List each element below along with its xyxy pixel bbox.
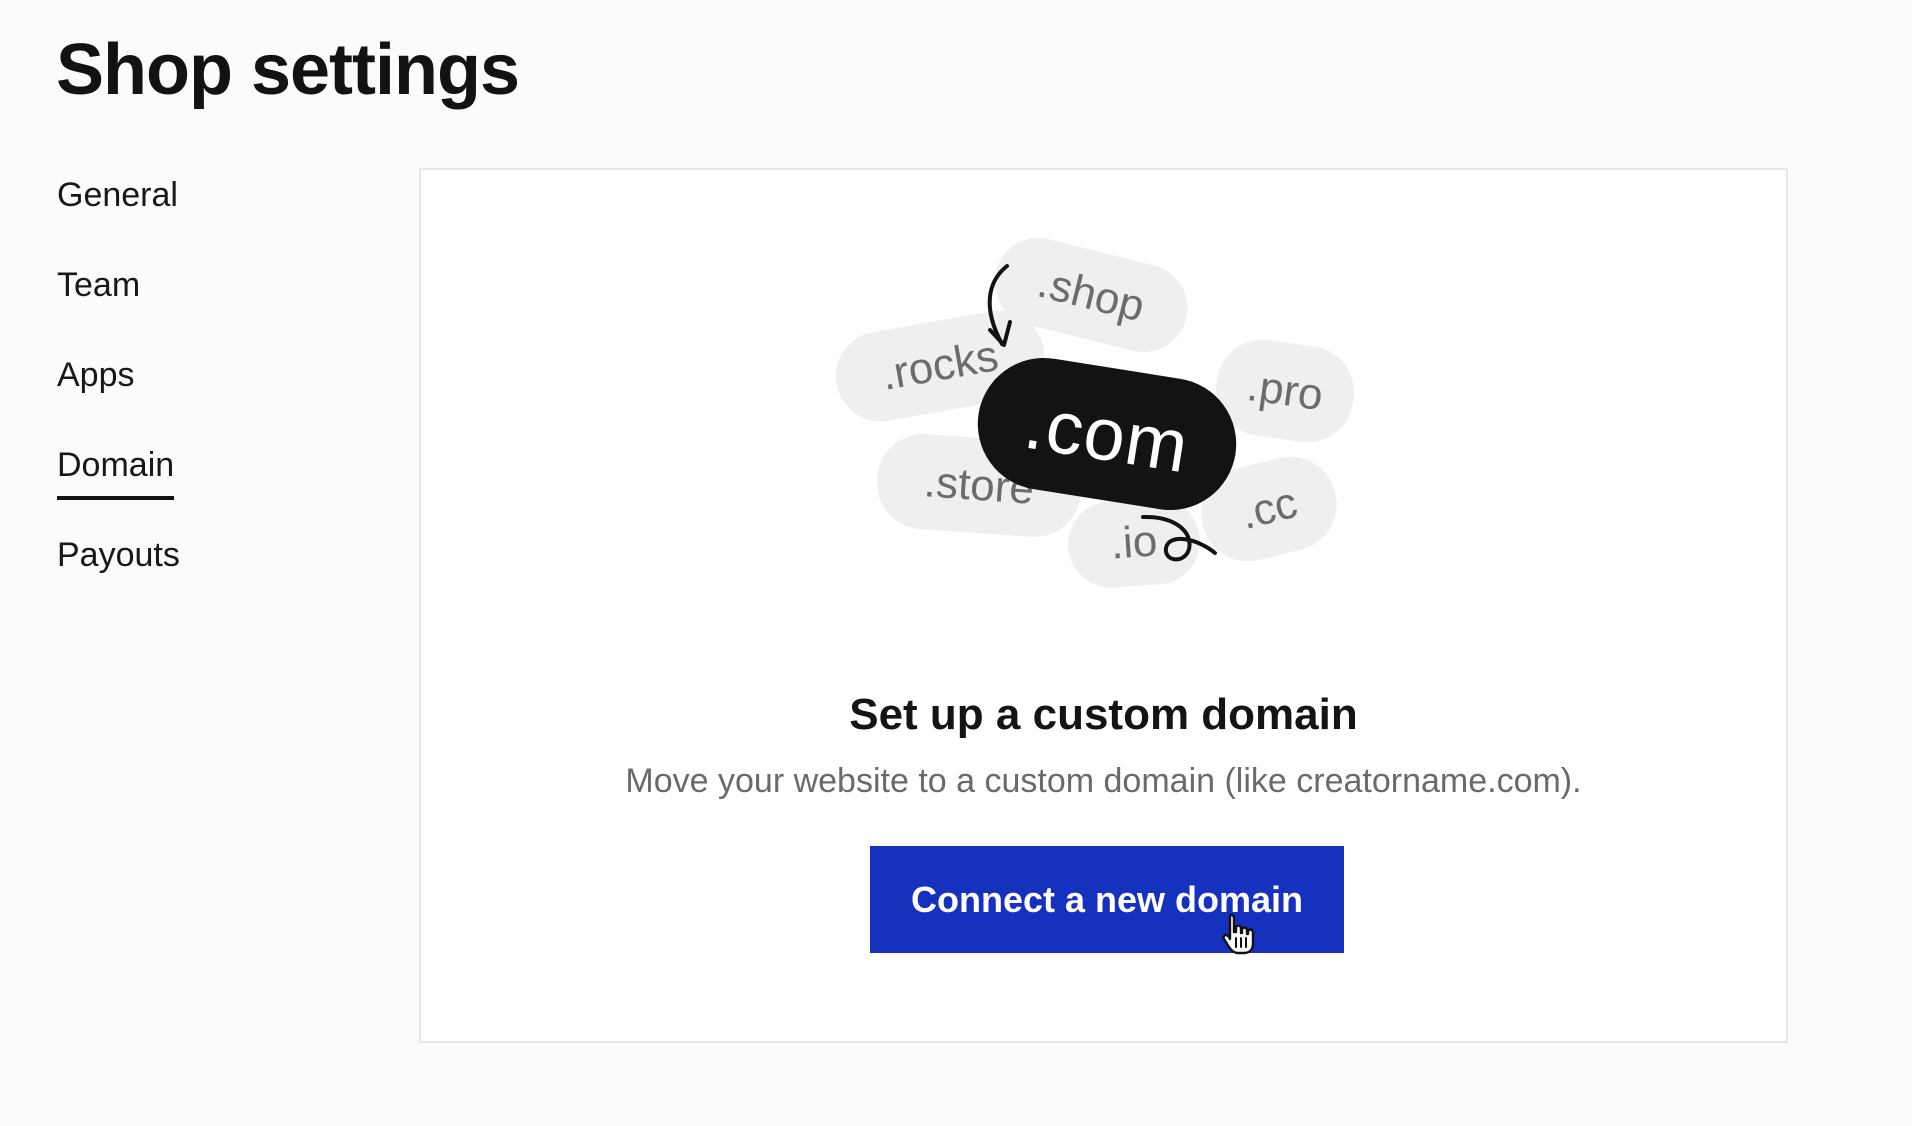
sidebar-item-label: Team [57,266,141,304]
curved-arrow-icon [987,264,1012,347]
page-title: Shop settings [56,30,520,110]
sidebar-item-payouts[interactable]: Payouts [57,526,317,616]
sidebar-item-label: General [57,176,178,214]
hand-pointer-icon [1222,913,1255,955]
sidebar-item-label: Payouts [57,536,180,574]
sidebar-item-general[interactable]: General [57,166,317,256]
illustration-doodles [987,264,1217,562]
loop-squiggle-icon [1141,514,1217,562]
panel-description: Move your website to a custom domain (li… [625,762,1582,800]
domain-panel: .shop .rocks .pro .store .cc .io .com Se… [419,168,1788,1043]
sidebar-item-domain[interactable]: Domain [57,436,317,526]
connect-domain-button[interactable]: Connect a new domain [870,846,1344,953]
settings-sidebar: General Team Apps Domain Payouts [57,166,317,616]
sidebar-item-apps[interactable]: Apps [57,346,317,436]
sidebar-item-label: Apps [57,356,135,394]
panel-title: Set up a custom domain [849,690,1358,739]
domain-illustration: .shop .rocks .pro .store .cc .io .com [823,226,1363,591]
sidebar-item-team[interactable]: Team [57,256,317,346]
sidebar-item-label: Domain [57,436,175,500]
